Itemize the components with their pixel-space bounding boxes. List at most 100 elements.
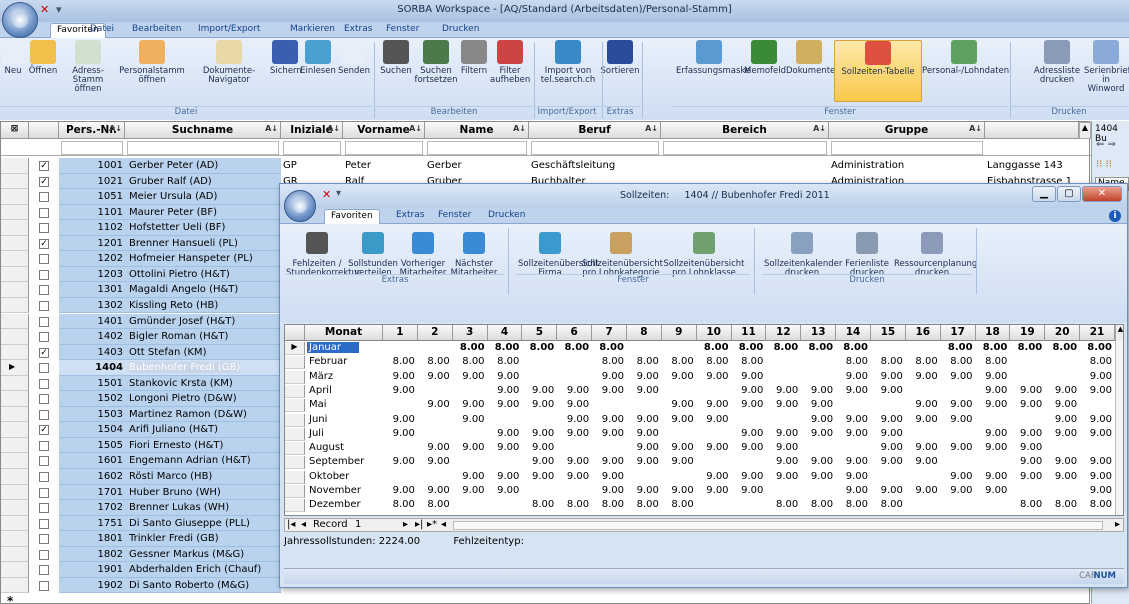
filter-input[interactable]: [127, 141, 279, 155]
day-value[interactable]: 9.00: [522, 399, 554, 410]
row-header[interactable]: [1, 313, 29, 329]
day-value[interactable]: 9.00: [836, 428, 868, 439]
day-value[interactable]: 9.00: [383, 485, 415, 496]
sort-icon[interactable]: A↓: [409, 124, 422, 133]
day-value[interactable]: 8.00: [592, 356, 624, 367]
row-checkbox[interactable]: [39, 456, 49, 467]
next-record-icon[interactable]: ▸: [403, 519, 408, 530]
month-row[interactable]: September 9.00 9.00 9.00 9.00 9.00 9.00 9.00 9.0…: [285, 456, 1123, 470]
day-value[interactable]: 9.00: [941, 414, 972, 425]
sub-tab-drucken[interactable]: Drucken: [482, 209, 531, 224]
month-row[interactable]: Dezember 8.00 8.00 8.00 8.00 8.00 8.00 8.00 8.00…: [285, 499, 1123, 513]
ribbon-button--ffnen[interactable]: Öffnen: [26, 40, 60, 76]
tab-importexport[interactable]: Import/Export: [192, 23, 266, 38]
day-value[interactable]: 9.00: [662, 399, 693, 410]
filter-input[interactable]: [283, 141, 341, 155]
day-value[interactable]: 8.00: [1045, 342, 1077, 353]
ribbon-button-personal-lohndaten[interactable]: Personal-/Lohndaten: [922, 40, 1009, 76]
month-row[interactable]: Juli 9.00 9.00 9.00 9.00 9.00 9.00 9.00 9.00 9.00…: [285, 427, 1123, 441]
row-checkbox[interactable]: [39, 363, 49, 374]
day-value[interactable]: 9.00: [1080, 471, 1112, 482]
month-row-header[interactable]: [285, 427, 305, 441]
day-value[interactable]: 9.00: [1010, 442, 1042, 453]
sub-ribbon-button-sollzeiten-bersicht-pro-lohnkategorie[interactable]: Sollzeitenübersicht pro Lohnkategorie: [582, 232, 663, 278]
sort-icon[interactable]: A↓: [969, 124, 982, 133]
last-record-icon[interactable]: ▸|: [415, 519, 423, 530]
day-value[interactable]: 8.00: [801, 342, 833, 353]
sub-tab-fenster[interactable]: Fenster: [432, 209, 477, 224]
month-row-header[interactable]: [285, 470, 305, 484]
day-value[interactable]: 9.00: [871, 442, 903, 453]
day-value[interactable]: 9.00: [1080, 456, 1112, 467]
day-value[interactable]: 9.00: [488, 471, 519, 482]
sub-tab-favoriten[interactable]: Favoriten: [324, 209, 380, 224]
day-value[interactable]: 8.00: [941, 342, 973, 353]
row-header[interactable]: [1, 282, 29, 298]
day-value[interactable]: 9.00: [871, 428, 903, 439]
day-value[interactable]: 9.00: [592, 385, 624, 396]
row-header[interactable]: [1, 204, 29, 221]
day-value[interactable]: 9.00: [557, 471, 589, 482]
day-value[interactable]: 9.00: [627, 485, 659, 496]
day-value[interactable]: 8.00: [836, 356, 868, 367]
row-checkbox[interactable]: [39, 207, 49, 218]
row-checkbox[interactable]: [39, 440, 49, 451]
filter-input[interactable]: [345, 141, 423, 155]
row-header[interactable]: [1, 531, 29, 547]
day-value[interactable]: 9.00: [453, 414, 484, 425]
day-value[interactable]: 8.00: [453, 342, 485, 353]
column-header-pers-nr-[interactable]: Pers.-Nr. A↓: [59, 122, 125, 139]
day-value[interactable]: 9.00: [766, 385, 798, 396]
column-header-suchname[interactable]: Suchname A↓: [125, 122, 281, 139]
month-row-header[interactable]: [285, 370, 305, 384]
sub-orb-button[interactable]: [284, 190, 316, 222]
day-value[interactable]: 8.00: [627, 499, 659, 510]
day-value[interactable]: 9.00: [976, 385, 1007, 396]
day-value[interactable]: 8.00: [836, 342, 868, 353]
day-value[interactable]: 9.00: [418, 442, 449, 453]
sub-ribbon-button-fehlzeiten-stundenkorrektur[interactable]: Fehlzeiten / Stundenkorrektur: [286, 232, 360, 278]
row-header[interactable]: [1, 406, 29, 423]
day-value[interactable]: 9.00: [976, 371, 1007, 382]
ribbon-button-dokumente[interactable]: Dokumente: [786, 40, 835, 76]
day-value[interactable]: 9.00: [941, 485, 972, 496]
day-value[interactable]: 9.00: [836, 414, 868, 425]
day-value[interactable]: 9.00: [453, 485, 484, 496]
day-value[interactable]: 9.00: [1010, 471, 1042, 482]
row-header[interactable]: [1, 469, 29, 485]
row-header[interactable]: [1, 251, 29, 267]
day-value[interactable]: 9.00: [488, 428, 519, 439]
day-value[interactable]: 9.00: [906, 485, 937, 496]
row-checkbox[interactable]: [39, 394, 49, 405]
table-scroll-up-icon[interactable]: ▲: [1115, 325, 1123, 341]
day-value[interactable]: 9.00: [383, 456, 415, 467]
row-header[interactable]: [1, 235, 29, 252]
day-value[interactable]: 9.00: [871, 456, 903, 467]
day-value[interactable]: 9.00: [906, 399, 937, 410]
month-row[interactable]: August 9.00 9.00 9.00 9.00 9.00 9.00 9.00 9.00 9.…: [285, 442, 1123, 456]
close-window-button[interactable]: ✕: [1082, 186, 1122, 202]
day-value[interactable]: 9.00: [557, 414, 589, 425]
day-value[interactable]: 9.00: [836, 456, 868, 467]
day-value[interactable]: 8.00: [1045, 499, 1077, 510]
row-header[interactable]: [1, 422, 29, 438]
ribbon-button-einlesen[interactable]: Einlesen: [300, 40, 336, 76]
row-checkbox[interactable]: [39, 565, 49, 576]
tab-datei[interactable]: Datei: [84, 23, 120, 38]
day-value[interactable]: 9.00: [627, 456, 659, 467]
row-header[interactable]: [1, 500, 29, 516]
ribbon-button-suchen[interactable]: Suchen: [380, 40, 412, 76]
column-header-vorname[interactable]: Vorname A↓: [343, 122, 425, 139]
row-checkbox[interactable]: [39, 472, 49, 482]
day-value[interactable]: 8.00: [941, 356, 972, 367]
sort-icon[interactable]: A↓: [265, 124, 278, 133]
sub-ribbon-button-ressourcenplanung-drucken[interactable]: Ressourcenplanung drucken: [894, 232, 977, 278]
row-header[interactable]: [1, 297, 29, 314]
month-row[interactable]: Mai 9.00 9.00 9.00 9.00 9.00 9.00 9.00 9.00 9.00 9…: [285, 399, 1123, 413]
day-value[interactable]: 9.00: [697, 371, 728, 382]
day-value[interactable]: 9.00: [453, 399, 484, 410]
ribbon-button-sollzeiten-tabelle[interactable]: Sollzeiten-Tabelle: [834, 40, 922, 102]
filter-input[interactable]: [663, 141, 827, 155]
day-value[interactable]: 9.00: [488, 442, 519, 453]
row-header[interactable]: [1, 453, 29, 469]
